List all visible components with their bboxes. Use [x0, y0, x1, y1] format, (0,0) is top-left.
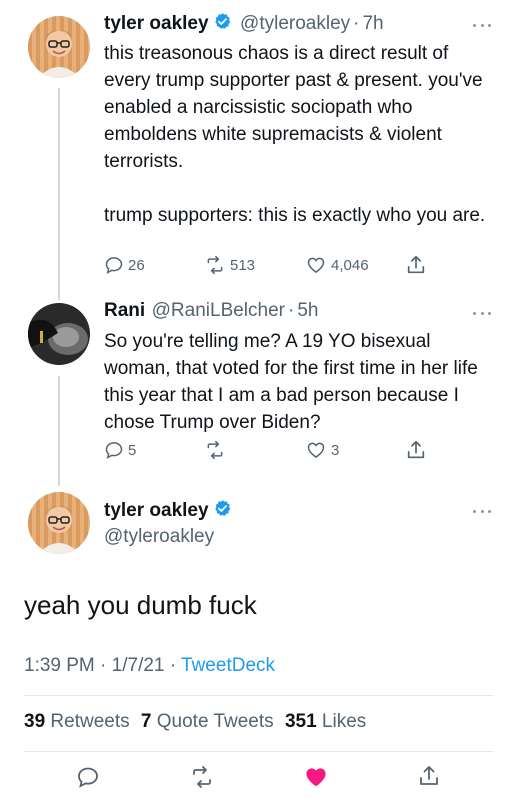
- share-button[interactable]: [417, 764, 441, 788]
- tweet-source-link[interactable]: TweetDeck: [181, 655, 275, 676]
- reply-icon: [78, 767, 98, 788]
- likes-count: 351: [284, 711, 317, 732]
- tweet-header: Rani @RaniLBelcher · 5h: [104, 300, 474, 326]
- author-name[interactable]: Rani: [104, 300, 145, 321]
- main-tweet-author: tyler oakley: [104, 499, 232, 523]
- tweet-date[interactable]: 1/7/21: [112, 655, 165, 676]
- reply-count: 5: [128, 441, 137, 459]
- reply-count: 26: [128, 256, 145, 274]
- tweet-text: So you're telling me? A 19 YO bisexual w…: [104, 331, 484, 433]
- retweets-label: Retweets: [50, 711, 130, 732]
- timestamp[interactable]: 7h: [362, 13, 383, 34]
- reply-icon: [105, 257, 123, 274]
- share-button[interactable]: [405, 254, 427, 276]
- divider: [24, 751, 493, 752]
- retweets-stat[interactable]: 39 Retweets: [24, 711, 130, 732]
- separator: ·: [288, 300, 295, 321]
- author-handle[interactable]: @tyleroakley: [104, 526, 214, 548]
- like-button[interactable]: 3: [305, 440, 339, 460]
- like-button[interactable]: [303, 765, 329, 789]
- retweet-icon: [193, 766, 211, 788]
- thread-line-2: [58, 376, 60, 486]
- retweets-count: 39: [24, 711, 46, 732]
- tweet-meta: 1:39 PM · 1/7/21 · TweetDeck: [24, 655, 275, 677]
- separator: ·: [353, 13, 360, 34]
- more-icon[interactable]: [473, 22, 491, 28]
- author-name[interactable]: tyler oakley: [104, 500, 209, 521]
- reply-button[interactable]: 26: [104, 255, 145, 275]
- author-handle[interactable]: @tyleroakley: [240, 13, 350, 34]
- retweet-button[interactable]: [204, 440, 230, 460]
- like-button[interactable]: 4,046: [305, 255, 369, 275]
- share-icon: [407, 440, 425, 459]
- tweet-time[interactable]: 1:39 PM: [24, 655, 95, 676]
- avatar[interactable]: [28, 492, 90, 554]
- retweet-button[interactable]: 513: [204, 255, 255, 275]
- tweet-header: tyler oakley @tyleroakley · 7h: [104, 12, 474, 38]
- like-count: 4,046: [331, 256, 369, 274]
- quote-tweets-stat[interactable]: 7 Quote Tweets: [141, 711, 274, 732]
- separator: ·: [100, 655, 107, 676]
- likes-stat[interactable]: 351 Likes: [285, 711, 366, 732]
- like-count: 3: [331, 441, 340, 459]
- quote-tweets-label: Quote Tweets: [156, 711, 274, 732]
- divider: [24, 695, 493, 696]
- like-icon: [307, 442, 325, 458]
- author-handle[interactable]: @RaniLBelcher: [152, 300, 285, 321]
- timestamp[interactable]: 5h: [297, 300, 318, 321]
- quote-tweets-count: 7: [140, 711, 152, 732]
- avatar[interactable]: [28, 16, 90, 78]
- more-icon[interactable]: [473, 310, 491, 316]
- verified-badge-icon: [213, 499, 232, 523]
- retweet-count: 513: [230, 256, 256, 274]
- reply-icon: [105, 442, 123, 459]
- verified-badge-icon: [213, 12, 232, 36]
- thread-line-1: [58, 88, 60, 300]
- main-tweet-text: yeah you dumb fuck: [24, 590, 257, 620]
- engagement-stats: 39 Retweets 7 Quote Tweets 351 Likes: [24, 711, 366, 733]
- share-icon: [407, 255, 425, 274]
- reply-button[interactable]: [76, 765, 100, 789]
- author-name[interactable]: tyler oakley: [104, 13, 209, 34]
- avatar[interactable]: [28, 303, 90, 365]
- like-icon: [306, 768, 326, 787]
- more-icon[interactable]: [473, 508, 491, 514]
- share-icon: [420, 766, 438, 785]
- likes-label: Likes: [321, 711, 367, 732]
- retweet-button[interactable]: [189, 765, 215, 789]
- like-icon: [307, 257, 325, 273]
- separator: ·: [169, 655, 177, 676]
- reply-button[interactable]: 5: [104, 440, 136, 460]
- retweet-icon: [207, 255, 223, 275]
- retweet-icon: [207, 440, 223, 460]
- share-button[interactable]: [405, 439, 427, 461]
- tweet-text: this treasonous chaos is a direct result…: [104, 43, 486, 226]
